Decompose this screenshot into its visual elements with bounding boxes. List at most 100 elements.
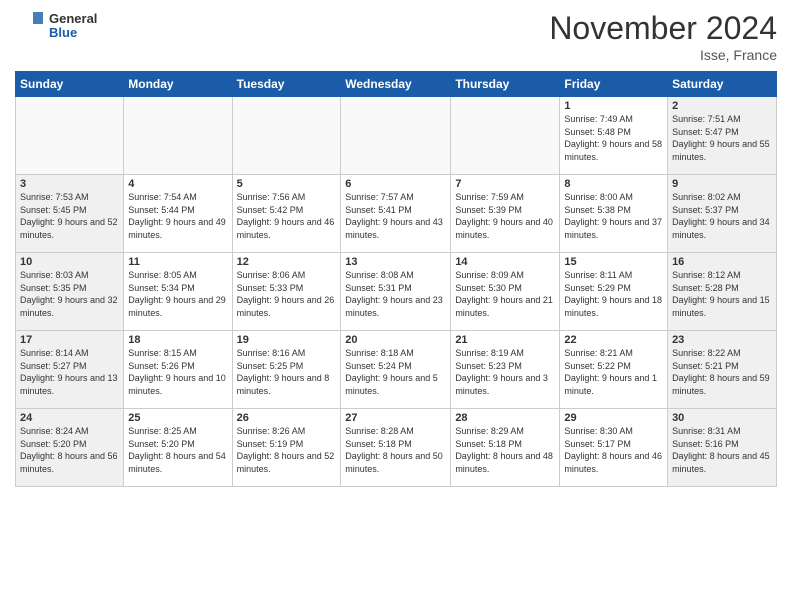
table-row: 20Sunrise: 8:18 AM Sunset: 5:24 PM Dayli… (341, 331, 451, 409)
table-row: 26Sunrise: 8:26 AM Sunset: 5:19 PM Dayli… (232, 409, 341, 487)
day-info: Sunrise: 8:25 AM Sunset: 5:20 PM Dayligh… (128, 425, 227, 475)
day-info: Sunrise: 8:18 AM Sunset: 5:24 PM Dayligh… (345, 347, 446, 397)
calendar-week-row: 1Sunrise: 7:49 AM Sunset: 5:48 PM Daylig… (16, 97, 777, 175)
table-row: 23Sunrise: 8:22 AM Sunset: 5:21 PM Dayli… (668, 331, 777, 409)
table-row: 18Sunrise: 8:15 AM Sunset: 5:26 PM Dayli… (124, 331, 232, 409)
table-row: 11Sunrise: 8:05 AM Sunset: 5:34 PM Dayli… (124, 253, 232, 331)
logo-general: General (49, 12, 97, 26)
day-number: 10 (20, 256, 119, 268)
table-row: 14Sunrise: 8:09 AM Sunset: 5:30 PM Dayli… (451, 253, 560, 331)
day-info: Sunrise: 7:54 AM Sunset: 5:44 PM Dayligh… (128, 191, 227, 241)
table-row: 13Sunrise: 8:08 AM Sunset: 5:31 PM Dayli… (341, 253, 451, 331)
table-row: 16Sunrise: 8:12 AM Sunset: 5:28 PM Dayli… (668, 253, 777, 331)
calendar-week-row: 3Sunrise: 7:53 AM Sunset: 5:45 PM Daylig… (16, 175, 777, 253)
table-row (341, 97, 451, 175)
day-info: Sunrise: 8:03 AM Sunset: 5:35 PM Dayligh… (20, 269, 119, 319)
day-number: 19 (237, 334, 337, 346)
logo-blue: Blue (49, 26, 97, 40)
day-number: 27 (345, 412, 446, 424)
day-info: Sunrise: 7:59 AM Sunset: 5:39 PM Dayligh… (455, 191, 555, 241)
table-row: 19Sunrise: 8:16 AM Sunset: 5:25 PM Dayli… (232, 331, 341, 409)
col-saturday: Saturday (668, 72, 777, 97)
col-thursday: Thursday (451, 72, 560, 97)
table-row: 28Sunrise: 8:29 AM Sunset: 5:18 PM Dayli… (451, 409, 560, 487)
day-info: Sunrise: 8:11 AM Sunset: 5:29 PM Dayligh… (564, 269, 663, 319)
day-number: 25 (128, 412, 227, 424)
table-row (16, 97, 124, 175)
day-info: Sunrise: 8:21 AM Sunset: 5:22 PM Dayligh… (564, 347, 663, 397)
table-row: 6Sunrise: 7:57 AM Sunset: 5:41 PM Daylig… (341, 175, 451, 253)
day-number: 2 (672, 100, 772, 112)
day-info: Sunrise: 8:30 AM Sunset: 5:17 PM Dayligh… (564, 425, 663, 475)
title-section: November 2024 Isse, France (549, 10, 777, 63)
day-info: Sunrise: 7:49 AM Sunset: 5:48 PM Dayligh… (564, 113, 663, 163)
calendar-week-row: 17Sunrise: 8:14 AM Sunset: 5:27 PM Dayli… (16, 331, 777, 409)
table-row: 15Sunrise: 8:11 AM Sunset: 5:29 PM Dayli… (560, 253, 668, 331)
day-info: Sunrise: 8:31 AM Sunset: 5:16 PM Dayligh… (672, 425, 772, 475)
month-title: November 2024 (549, 10, 777, 47)
day-info: Sunrise: 8:00 AM Sunset: 5:38 PM Dayligh… (564, 191, 663, 241)
col-friday: Friday (560, 72, 668, 97)
table-row: 8Sunrise: 8:00 AM Sunset: 5:38 PM Daylig… (560, 175, 668, 253)
logo: General Blue (15, 10, 97, 42)
day-number: 4 (128, 178, 227, 190)
day-number: 17 (20, 334, 119, 346)
day-number: 15 (564, 256, 663, 268)
day-number: 3 (20, 178, 119, 190)
calendar-week-row: 10Sunrise: 8:03 AM Sunset: 5:35 PM Dayli… (16, 253, 777, 331)
day-info: Sunrise: 8:06 AM Sunset: 5:33 PM Dayligh… (237, 269, 337, 319)
day-info: Sunrise: 7:53 AM Sunset: 5:45 PM Dayligh… (20, 191, 119, 241)
calendar: Sunday Monday Tuesday Wednesday Thursday… (15, 71, 777, 487)
day-number: 22 (564, 334, 663, 346)
day-info: Sunrise: 8:22 AM Sunset: 5:21 PM Dayligh… (672, 347, 772, 397)
day-number: 12 (237, 256, 337, 268)
day-number: 8 (564, 178, 663, 190)
day-info: Sunrise: 8:05 AM Sunset: 5:34 PM Dayligh… (128, 269, 227, 319)
calendar-week-row: 24Sunrise: 8:24 AM Sunset: 5:20 PM Dayli… (16, 409, 777, 487)
day-number: 6 (345, 178, 446, 190)
day-info: Sunrise: 8:19 AM Sunset: 5:23 PM Dayligh… (455, 347, 555, 397)
table-row: 7Sunrise: 7:59 AM Sunset: 5:39 PM Daylig… (451, 175, 560, 253)
day-info: Sunrise: 8:28 AM Sunset: 5:18 PM Dayligh… (345, 425, 446, 475)
day-info: Sunrise: 8:14 AM Sunset: 5:27 PM Dayligh… (20, 347, 119, 397)
day-info: Sunrise: 8:15 AM Sunset: 5:26 PM Dayligh… (128, 347, 227, 397)
table-row (451, 97, 560, 175)
day-info: Sunrise: 8:12 AM Sunset: 5:28 PM Dayligh… (672, 269, 772, 319)
header: General Blue November 2024 Isse, France (15, 10, 777, 63)
table-row: 12Sunrise: 8:06 AM Sunset: 5:33 PM Dayli… (232, 253, 341, 331)
table-row (124, 97, 232, 175)
day-number: 14 (455, 256, 555, 268)
day-info: Sunrise: 7:51 AM Sunset: 5:47 PM Dayligh… (672, 113, 772, 163)
day-info: Sunrise: 8:08 AM Sunset: 5:31 PM Dayligh… (345, 269, 446, 319)
day-number: 20 (345, 334, 446, 346)
table-row (232, 97, 341, 175)
day-info: Sunrise: 8:09 AM Sunset: 5:30 PM Dayligh… (455, 269, 555, 319)
table-row: 24Sunrise: 8:24 AM Sunset: 5:20 PM Dayli… (16, 409, 124, 487)
day-number: 26 (237, 412, 337, 424)
col-tuesday: Tuesday (232, 72, 341, 97)
table-row: 3Sunrise: 7:53 AM Sunset: 5:45 PM Daylig… (16, 175, 124, 253)
day-number: 30 (672, 412, 772, 424)
table-row: 1Sunrise: 7:49 AM Sunset: 5:48 PM Daylig… (560, 97, 668, 175)
day-number: 11 (128, 256, 227, 268)
day-number: 1 (564, 100, 663, 112)
table-row: 5Sunrise: 7:56 AM Sunset: 5:42 PM Daylig… (232, 175, 341, 253)
day-number: 13 (345, 256, 446, 268)
table-row: 21Sunrise: 8:19 AM Sunset: 5:23 PM Dayli… (451, 331, 560, 409)
table-row: 10Sunrise: 8:03 AM Sunset: 5:35 PM Dayli… (16, 253, 124, 331)
day-number: 5 (237, 178, 337, 190)
location: Isse, France (549, 47, 777, 63)
day-number: 23 (672, 334, 772, 346)
table-row: 2Sunrise: 7:51 AM Sunset: 5:47 PM Daylig… (668, 97, 777, 175)
col-sunday: Sunday (16, 72, 124, 97)
logo-graphic: General Blue (15, 10, 97, 42)
col-monday: Monday (124, 72, 232, 97)
table-row: 22Sunrise: 8:21 AM Sunset: 5:22 PM Dayli… (560, 331, 668, 409)
day-number: 21 (455, 334, 555, 346)
day-info: Sunrise: 8:24 AM Sunset: 5:20 PM Dayligh… (20, 425, 119, 475)
calendar-header-row: Sunday Monday Tuesday Wednesday Thursday… (16, 72, 777, 97)
day-number: 29 (564, 412, 663, 424)
day-info: Sunrise: 7:56 AM Sunset: 5:42 PM Dayligh… (237, 191, 337, 241)
table-row: 17Sunrise: 8:14 AM Sunset: 5:27 PM Dayli… (16, 331, 124, 409)
day-number: 16 (672, 256, 772, 268)
